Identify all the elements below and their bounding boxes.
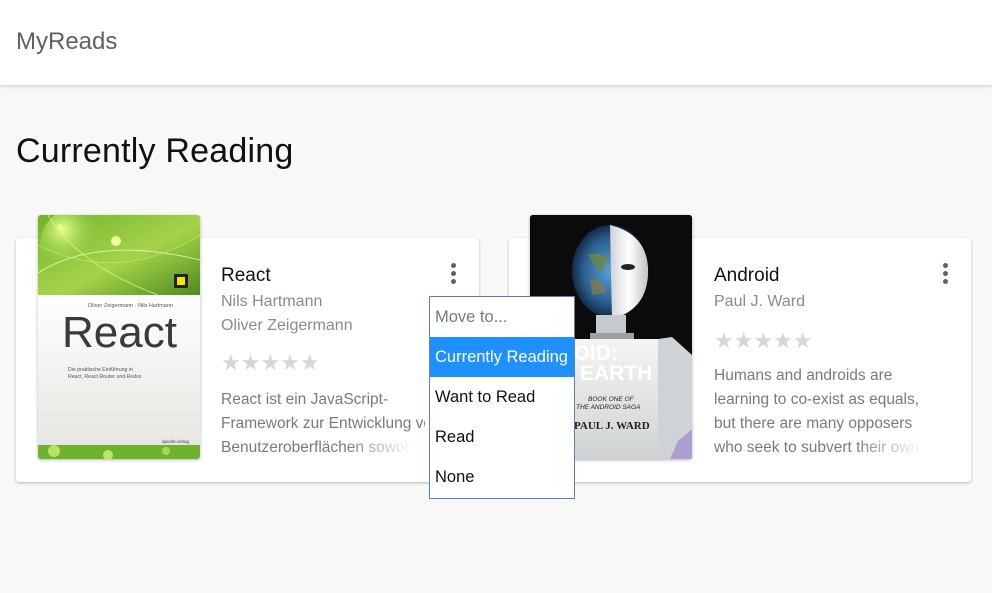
cover-title: React — [62, 308, 177, 357]
cover-publisher: dpunkt.verlag — [162, 439, 190, 444]
book-author: Oliver Zeigermann — [221, 317, 353, 334]
description-fade — [345, 436, 425, 462]
more-options-icon[interactable] — [444, 261, 464, 287]
book-author: Nils Hartmann — [221, 293, 323, 310]
description-line: React ist ein JavaScript- — [221, 391, 389, 408]
book-author: Paul J. Ward — [714, 293, 805, 310]
cover-author: PAUL J. WARD — [574, 420, 650, 432]
menu-header: Move to... — [435, 308, 508, 326]
more-options-icon[interactable] — [936, 261, 956, 287]
description-line: Humans and androids are — [714, 367, 893, 384]
menu-option-want-to-read[interactable]: Want to Read — [430, 377, 574, 417]
description-line: learning to co-exist as equals, — [714, 391, 920, 408]
book-cover[interactable]: Oliver Zeigermann · Nils Hartmann React … — [38, 215, 200, 459]
app-title: MyReads — [16, 28, 118, 55]
book-title: Android — [714, 265, 780, 286]
rating-stars[interactable]: ★★★★★ — [221, 350, 320, 376]
app-header: MyReads — [0, 0, 992, 85]
cover-subtitle-2: React, React Router und Redux — [68, 374, 142, 380]
cover-series-1: BOOK ONE OF — [588, 396, 635, 403]
description-line: but there are many opposers — [714, 415, 913, 432]
cover-series-2: THE ANDROID SAGA — [576, 404, 640, 411]
cover-title-2: EARTH — [580, 362, 652, 385]
react-cover-art: Oliver Zeigermann · Nils Hartmann React … — [38, 215, 200, 459]
menu-option-none[interactable]: None — [430, 457, 574, 497]
menu-option-read[interactable]: Read — [430, 417, 574, 457]
shelf-changer-menu[interactable]: Move to... Currently Reading Want to Rea… — [429, 296, 575, 499]
menu-option-currently-reading[interactable]: Currently Reading — [430, 337, 574, 377]
description-fade — [855, 436, 935, 462]
shelf-title: Currently Reading — [16, 132, 294, 170]
cover-subtitle-1: Die praktische Einführung in — [68, 367, 133, 373]
description-line: Framework zur Entwicklung von — [221, 415, 425, 432]
book-title: React — [221, 265, 271, 286]
rating-stars[interactable]: ★★★★★ — [714, 328, 813, 354]
